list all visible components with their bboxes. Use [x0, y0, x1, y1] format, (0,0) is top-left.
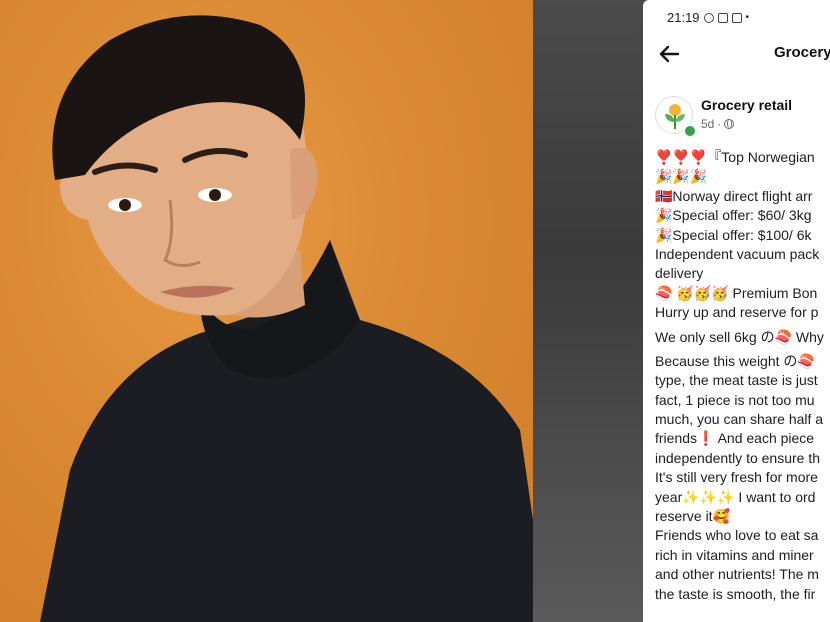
- post-line: friends❗ And each piece: [655, 430, 815, 447]
- status-time: 21:19: [667, 10, 700, 25]
- online-indicator: [683, 124, 697, 138]
- post-line: We only sell 6kg の🍣 Why: [655, 328, 824, 345]
- post-line: the taste is smooth, the fir: [655, 585, 816, 602]
- portrait-illustration: [40, 15, 533, 622]
- post-header: Grocery retail 5d ·: [655, 96, 830, 138]
- globe-icon: [724, 119, 735, 129]
- post-line: Independent vacuum pack: [655, 245, 820, 262]
- post-line: independently to ensure th: [655, 449, 821, 466]
- whatsapp-icon: [703, 12, 714, 23]
- top-bar: Grocery: [643, 36, 830, 72]
- page-title: Grocery: [774, 44, 830, 61]
- post-line: ❣️❣️❣️『Top Norwegian: [655, 149, 815, 165]
- back-button[interactable]: [657, 44, 681, 64]
- arrow-left-icon: [659, 45, 680, 63]
- post-line: delivery: [655, 265, 704, 282]
- portrait-photo: [0, 0, 533, 622]
- post-line: Friends who love to eat sa: [655, 527, 819, 544]
- instagram-icon: [731, 12, 742, 23]
- post-line: fact, 1 piece is not too mu: [655, 391, 815, 408]
- post-line: much, you can share half a: [655, 411, 824, 428]
- post-line: Because this weight の🍣: [655, 352, 815, 369]
- post-line: reserve it🥰: [655, 508, 731, 525]
- facebook-post-screen: 21:19 • Grocery Grocery retail 5d · ❣️❣️…: [643, 0, 830, 622]
- gmail-icon: [717, 12, 728, 23]
- post-line: 🎉Special offer: $60/ 3kg: [655, 207, 812, 224]
- post-line: 🇳🇴Norway direct flight arr: [655, 187, 813, 204]
- page-name-link[interactable]: Grocery retail: [701, 97, 792, 113]
- post-line: year✨✨✨ I want to ord: [655, 488, 816, 505]
- post-line: type, the meat taste is just: [655, 372, 818, 389]
- post-text: ❣️❣️❣️『Top Norwegian 🎉🎉🎉 🇳🇴Norway direct…: [655, 148, 830, 604]
- post-meta: 5d ·: [701, 117, 735, 131]
- post-line: 🎉🎉🎉: [655, 168, 708, 185]
- meta-separator: ·: [717, 117, 722, 131]
- notification-dot: •: [745, 12, 750, 23]
- post-line: and other nutrients! The m: [655, 566, 819, 583]
- post-line: Hurry up and reserve for p: [655, 304, 819, 321]
- avatar[interactable]: [655, 96, 697, 138]
- composite-image: 21:19 • Grocery Grocery retail 5d · ❣️❣️…: [0, 0, 830, 622]
- post-line: It's still very fresh for more: [655, 469, 818, 486]
- post-line: rich in vitamins and miner: [655, 546, 814, 563]
- status-bar: 21:19 •: [667, 10, 749, 25]
- post-line: 🍣 🥳🥳🥳 Premium Bon: [655, 284, 818, 301]
- post-line: 🎉Special offer: $100/ 6k: [655, 226, 812, 243]
- post-age[interactable]: 5d: [701, 117, 714, 131]
